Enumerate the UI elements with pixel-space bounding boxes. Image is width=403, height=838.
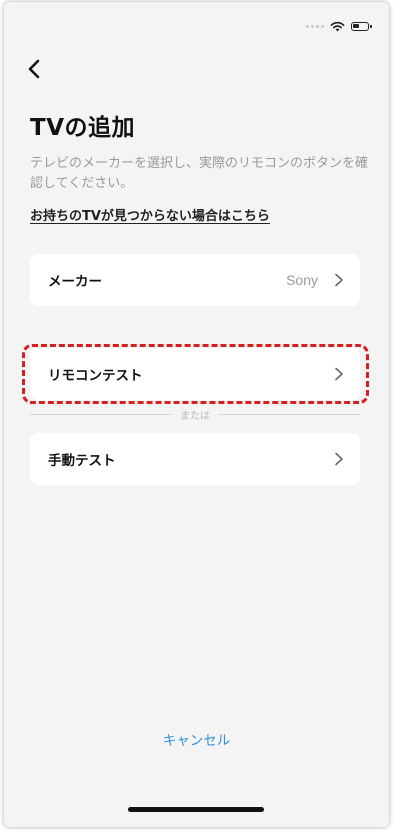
chevron-left-icon — [28, 59, 40, 79]
battery-icon — [351, 21, 372, 31]
maker-value: Sony — [286, 272, 318, 288]
tv-not-found-link[interactable]: お持ちのTVが見つからない場合はこちら — [30, 205, 270, 224]
chevron-right-icon — [332, 367, 346, 381]
back-button[interactable] — [22, 56, 48, 82]
page-title: TVの追加 — [30, 115, 135, 141]
divider-line — [30, 413, 172, 415]
divider-text: または — [180, 410, 210, 422]
cancel-button[interactable]: キャンセル — [4, 729, 389, 749]
divider-line — [218, 413, 360, 415]
remote-test-label: リモコンテスト — [48, 368, 143, 384]
status-bar — [306, 16, 372, 36]
chevron-right-icon — [332, 452, 346, 466]
chevron-right-icon — [332, 273, 346, 287]
wifi-icon — [330, 21, 345, 31]
manual-test-label: 手動テスト — [48, 453, 116, 469]
or-divider: または — [30, 406, 360, 422]
phone-screen: TVの追加 テレビのメーカーを選択し、実際のリモコンのボタンを確認してください。… — [4, 2, 389, 827]
manual-test-row[interactable]: 手動テスト — [30, 433, 360, 485]
signal-icon — [306, 24, 324, 28]
home-indicator[interactable] — [128, 807, 264, 812]
page-description: テレビのメーカーを選択し、実際のリモコンのボタンを確認してください。 — [30, 156, 369, 191]
remote-test-row[interactable]: リモコンテスト — [30, 348, 360, 400]
maker-row[interactable]: メーカー Sony — [30, 254, 360, 306]
maker-label: メーカー — [48, 274, 102, 290]
